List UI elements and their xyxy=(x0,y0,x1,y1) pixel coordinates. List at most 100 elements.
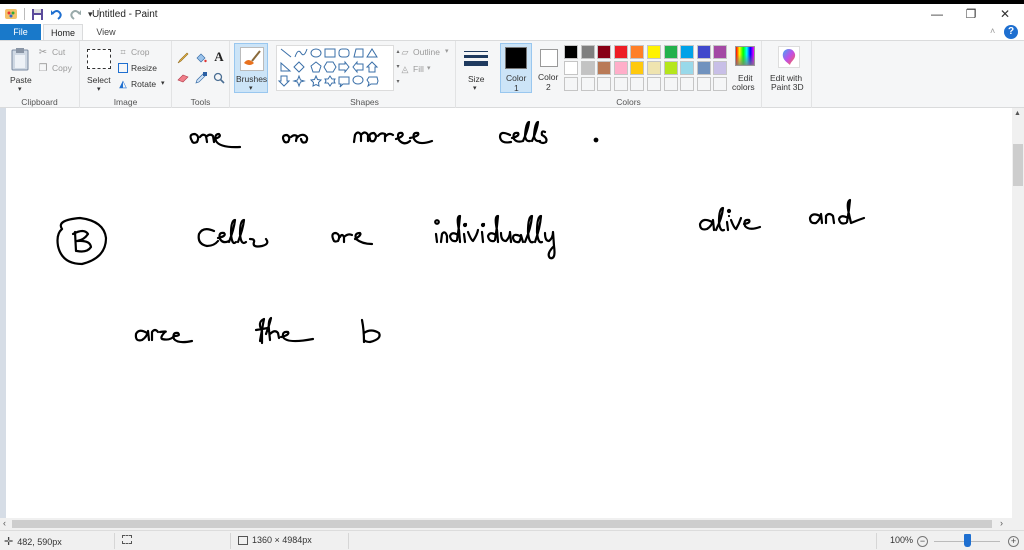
vertical-scroll-thumb[interactable] xyxy=(1013,144,1023,186)
drawing-canvas[interactable] xyxy=(0,108,1012,518)
scissors-icon: ✂ xyxy=(38,46,48,58)
fill-bucket-icon[interactable] xyxy=(194,51,208,65)
status-bar: ✛ 482, 590px 1360 × 4984px 100% − + xyxy=(0,530,1024,550)
shapes-gallery[interactable] xyxy=(276,45,394,91)
custom-color-slot[interactable] xyxy=(680,77,695,91)
palette-color-swatch[interactable] xyxy=(580,61,595,75)
fill-dropdown-icon: ▾ xyxy=(427,65,431,72)
rotate-icon: ◭ xyxy=(119,78,127,90)
zoom-in-button[interactable]: + xyxy=(1008,536,1019,547)
palette-color-swatch[interactable] xyxy=(597,45,612,59)
help-icon[interactable]: ? xyxy=(1004,25,1018,39)
undo-icon[interactable] xyxy=(50,8,63,21)
paste-dropdown-icon[interactable]: ▾ xyxy=(18,85,22,93)
palette-color-swatch[interactable] xyxy=(630,61,645,75)
cut-button[interactable]: ✂ Cut xyxy=(38,46,78,58)
palette-color-swatch[interactable] xyxy=(696,45,711,59)
palette-color-swatch[interactable] xyxy=(713,61,728,75)
text-icon[interactable]: A xyxy=(212,49,226,64)
minimize-button[interactable]: — xyxy=(920,4,954,24)
rotate-button[interactable]: ◭ Rotate ▾ xyxy=(118,78,170,90)
scroll-up-icon[interactable]: ▲ xyxy=(1014,110,1021,117)
edit-colors-button[interactable]: Edit colors xyxy=(730,44,760,94)
palette-color-swatch[interactable] xyxy=(580,45,595,59)
cursor-position: ✛ 482, 590px xyxy=(4,535,62,548)
size-dropdown-icon: ▾ xyxy=(473,85,477,92)
custom-color-slot[interactable] xyxy=(597,77,612,91)
title-bar: ▾ Untitled - Paint — ❐ ✕ xyxy=(0,0,1024,24)
image-size: 1360 × 4984px xyxy=(238,535,312,545)
zoom-slider-thumb[interactable] xyxy=(964,534,971,547)
outline-button[interactable]: ▱ Outline ▾ xyxy=(400,46,454,58)
paste-button[interactable]: Paste ▾ xyxy=(4,44,36,94)
restore-button[interactable]: ❐ xyxy=(954,4,988,24)
brushes-button[interactable]: Brushes ▾ xyxy=(234,43,268,93)
palette-color-swatch[interactable] xyxy=(630,45,645,59)
edit-with-paint3d-button[interactable]: Edit with Paint 3D xyxy=(766,44,810,94)
outline-icon: ▱ xyxy=(401,46,409,57)
palette-color-swatch[interactable] xyxy=(663,61,678,75)
vertical-scrollbar[interactable]: ▲ xyxy=(1012,108,1024,518)
save-icon[interactable] xyxy=(31,8,44,21)
zoom-out-button[interactable]: − xyxy=(917,536,928,547)
custom-color-slot[interactable] xyxy=(613,77,628,91)
color-picker-icon[interactable] xyxy=(194,71,208,85)
magnifier-icon[interactable] xyxy=(212,71,226,85)
clipboard-icon xyxy=(9,46,31,72)
palette-color-swatch[interactable] xyxy=(696,61,711,75)
fill-button[interactable]: ◬ Fill ▾ xyxy=(400,63,454,75)
custom-color-slot[interactable] xyxy=(647,77,661,91)
color2-swatch xyxy=(540,49,558,67)
scroll-left-icon[interactable]: ‹ xyxy=(3,518,6,528)
horizontal-scroll-thumb[interactable] xyxy=(12,520,992,528)
scroll-right-icon[interactable]: › xyxy=(1000,518,1003,528)
palette-color-swatch[interactable] xyxy=(564,61,578,75)
tab-view[interactable]: View xyxy=(86,24,126,40)
copy-button[interactable]: ❐ Copy xyxy=(38,62,78,74)
fill-label: Fill xyxy=(413,64,424,74)
status-divider xyxy=(114,533,115,549)
palette-color-swatch[interactable] xyxy=(680,61,695,75)
color1-button[interactable]: Color 1 xyxy=(500,43,532,93)
copy-icon: ❐ xyxy=(38,62,48,74)
clipboard-group-label: Clipboard xyxy=(21,97,58,107)
crop-button[interactable]: ⌗ Crop xyxy=(118,46,170,58)
image-size-icon xyxy=(238,535,248,545)
palette-color-swatch[interactable] xyxy=(564,45,578,59)
palette-color-swatch[interactable] xyxy=(647,45,661,59)
paint-app-icon xyxy=(4,7,18,21)
eraser-icon[interactable] xyxy=(176,71,190,85)
size-button[interactable]: Size ▾ xyxy=(460,44,492,92)
palette-color-swatch[interactable] xyxy=(647,61,661,75)
custom-color-slot[interactable] xyxy=(564,77,578,91)
custom-color-slot[interactable] xyxy=(663,77,678,91)
custom-color-slot[interactable] xyxy=(630,77,645,91)
custom-color-slot[interactable] xyxy=(580,77,595,91)
pencil-icon[interactable] xyxy=(176,51,190,65)
palette-color-swatch[interactable] xyxy=(663,45,678,59)
paint3d-group: Edit with Paint 3D xyxy=(762,41,812,108)
custom-color-slot[interactable] xyxy=(696,77,711,91)
palette-color-swatch[interactable] xyxy=(597,61,612,75)
canvas-area[interactable] xyxy=(0,108,1012,518)
palette-color-swatch[interactable] xyxy=(613,45,628,59)
palette-color-swatch[interactable] xyxy=(713,45,728,59)
redo-icon[interactable] xyxy=(69,8,82,21)
custom-color-slot[interactable] xyxy=(713,77,728,91)
palette-color-swatch[interactable] xyxy=(680,45,695,59)
color2-button[interactable]: Color 2 xyxy=(536,43,566,93)
select-button[interactable]: Select ▾ xyxy=(84,44,116,94)
palette-color-swatch[interactable] xyxy=(613,61,628,75)
shapes-group-label: Shapes xyxy=(350,97,379,107)
status-divider xyxy=(876,533,877,549)
selection-size xyxy=(122,535,136,544)
collapse-ribbon-icon[interactable]: ˄ xyxy=(990,26,995,36)
tab-file[interactable]: File xyxy=(0,24,41,40)
tab-home[interactable]: Home xyxy=(43,24,83,40)
close-button[interactable]: ✕ xyxy=(988,4,1022,24)
horizontal-scrollbar[interactable]: ‹ › xyxy=(0,518,1024,530)
select-dropdown-icon[interactable]: ▾ xyxy=(97,85,101,93)
selection-size-icon xyxy=(122,535,132,544)
resize-button[interactable]: Resize xyxy=(118,62,170,74)
paste-label: Paste xyxy=(10,75,32,85)
